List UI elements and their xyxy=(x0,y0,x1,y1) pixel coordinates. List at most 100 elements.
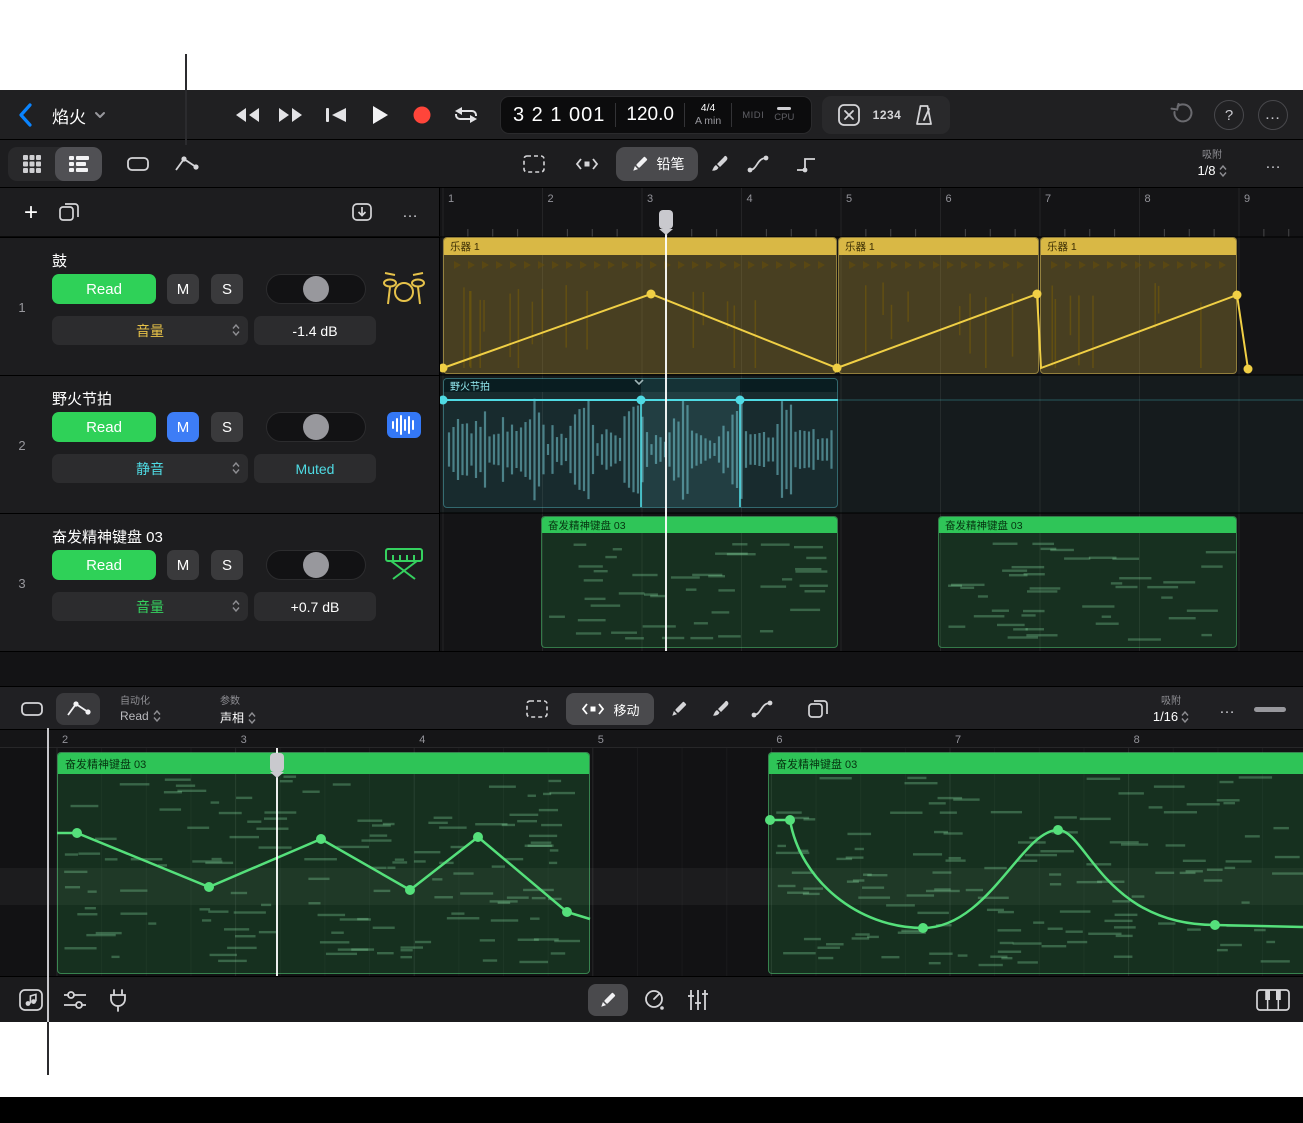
import-button[interactable] xyxy=(350,201,374,223)
arrange-area[interactable]: 123456789 乐器 1 乐器 1 乐器 1 野火节拍 奋发精神键盘 03 … xyxy=(440,188,1303,651)
regions-view-button[interactable] xyxy=(118,147,158,181)
metronome-icon[interactable] xyxy=(912,103,936,127)
param-value-field[interactable]: +0.7 dB xyxy=(254,592,376,621)
brush-icon xyxy=(709,154,729,174)
stepper-arrows-icon xyxy=(232,324,240,336)
editor-more-button[interactable]: … xyxy=(1212,693,1242,725)
controls-button[interactable] xyxy=(58,984,92,1016)
tracks-view-button[interactable] xyxy=(55,147,102,181)
mixer-button[interactable] xyxy=(680,984,716,1016)
plugins-button[interactable] xyxy=(102,984,134,1016)
automation-editor-area[interactable]: 奋发精神键盘 03 奋发精神键盘 03 xyxy=(0,748,1303,976)
param-value-field[interactable]: Muted xyxy=(254,454,376,483)
track-automation-curves[interactable] xyxy=(440,188,1303,651)
add-track-button[interactable]: + xyxy=(16,197,46,229)
pencil-tool-button[interactable]: 铅笔 xyxy=(616,147,698,181)
more-options-button[interactable]: … xyxy=(1258,100,1288,130)
solo-button[interactable]: S xyxy=(211,412,243,442)
automation-curve-tool-button[interactable] xyxy=(740,147,778,181)
editor-snap-control[interactable]: 吸附 1/16 xyxy=(1140,692,1202,724)
editor-regions-button[interactable] xyxy=(14,693,50,725)
rewind-button[interactable] xyxy=(228,90,266,140)
param-label: 静音 xyxy=(136,459,164,479)
slider-knob[interactable] xyxy=(303,552,329,578)
forward-button[interactable] xyxy=(272,90,310,140)
tracks-area: + … 1 鼓 Read M S xyxy=(0,188,1303,651)
track-row-audio[interactable]: 2 野火节拍 Read M S 静音 Muted xyxy=(0,375,440,513)
slider-knob[interactable] xyxy=(303,276,329,302)
automation-mode-button[interactable]: Read xyxy=(52,412,156,442)
editor-automation-button[interactable] xyxy=(56,693,100,725)
stepper-arrows-icon xyxy=(1181,711,1189,723)
svg-text:5: 5 xyxy=(598,734,604,746)
track-slider[interactable] xyxy=(266,412,366,442)
grid-view-button[interactable] xyxy=(8,147,55,181)
editor-curve-tool-button[interactable] xyxy=(744,693,782,725)
edit-mode-pencil-button[interactable] xyxy=(588,984,628,1016)
editor-playhead-line[interactable] xyxy=(276,748,278,976)
undo-button[interactable] xyxy=(1168,103,1194,127)
marquee-icon xyxy=(522,154,546,174)
forward-icon xyxy=(276,105,306,125)
editor-bar-ruler[interactable]: 2345678 xyxy=(0,730,1303,748)
brush-tool-button[interactable] xyxy=(702,147,736,181)
param-value-field[interactable]: -1.4 dB xyxy=(254,316,376,345)
automation-view-button[interactable] xyxy=(164,147,208,181)
automation-parameter-control[interactable]: 参数 声相 xyxy=(220,692,256,726)
step-edit-tool-button[interactable] xyxy=(784,147,828,181)
mute-button[interactable]: M xyxy=(167,274,199,304)
svg-text:7: 7 xyxy=(955,734,961,746)
solo-button[interactable]: S xyxy=(211,274,243,304)
track-slider[interactable] xyxy=(266,550,366,580)
solo-button[interactable]: S xyxy=(211,550,243,580)
play-button[interactable] xyxy=(361,90,399,140)
keyboard-button[interactable] xyxy=(1252,984,1294,1016)
track-row-drums[interactable]: 1 鼓 Read M S 音量 -1.4 dB xyxy=(0,237,440,375)
delete-take-icon[interactable] xyxy=(836,102,862,128)
mute-button[interactable]: M xyxy=(167,550,199,580)
duplicate-icon xyxy=(58,202,80,222)
automation-param-dropdown[interactable]: 静音 xyxy=(52,454,248,483)
editor-copy-tool-button[interactable] xyxy=(798,693,838,725)
count-in-button[interactable]: 1234 xyxy=(873,108,902,122)
record-button[interactable] xyxy=(403,90,441,140)
move-tool-button[interactable] xyxy=(564,147,610,181)
track-number: 3 xyxy=(0,514,44,652)
back-button[interactable] xyxy=(16,101,40,129)
mute-button-active[interactable]: M xyxy=(167,412,199,442)
editor-marquee-tool-button[interactable] xyxy=(518,693,556,725)
snap-control[interactable]: 吸附 1/8 xyxy=(1178,146,1246,178)
cpu-meter: CPU xyxy=(774,107,794,123)
help-button[interactable]: ? xyxy=(1214,100,1244,130)
slider-knob[interactable] xyxy=(303,414,329,440)
playhead-handle[interactable] xyxy=(659,210,673,229)
automation-mode-control[interactable]: 自动化 Read xyxy=(120,692,161,723)
playhead-line[interactable] xyxy=(665,216,667,651)
logic-pro-window: 焰火 3 2 1 001 120. xyxy=(0,90,1303,1022)
browser-button[interactable] xyxy=(14,984,48,1016)
automation-mode-button[interactable]: Read xyxy=(52,550,156,580)
view-more-button[interactable]: … xyxy=(1258,149,1288,179)
lcd-display[interactable]: 3 2 1 001 120.0 4/4 A min MIDI CPU xyxy=(500,96,812,134)
editor-brush-tool-button[interactable] xyxy=(702,693,738,725)
project-menu[interactable]: 焰火 xyxy=(52,90,106,140)
stepper-arrows-icon xyxy=(153,710,161,722)
automation-mode-button[interactable]: Read xyxy=(52,274,156,304)
track-slider[interactable] xyxy=(266,274,366,304)
go-to-beginning-button[interactable] xyxy=(317,90,355,140)
duplicate-track-button[interactable] xyxy=(58,202,80,222)
velocity-dial-button[interactable] xyxy=(636,984,672,1016)
pan-automation-curves[interactable] xyxy=(0,748,1303,976)
automation-param-dropdown[interactable]: 音量 xyxy=(52,592,248,621)
track-headers-more-button[interactable]: … xyxy=(392,197,428,229)
home-indicator-bar xyxy=(0,1097,1303,1123)
editor-pencil-tool-button[interactable] xyxy=(662,693,696,725)
editor-playhead-handle[interactable] xyxy=(270,753,284,772)
editor-move-tool-button[interactable]: 移动 xyxy=(566,693,654,725)
editor-resize-handle[interactable] xyxy=(1254,707,1286,712)
drum-kit-icon xyxy=(380,264,428,310)
marquee-tool-button[interactable] xyxy=(514,147,554,181)
track-row-keys[interactable]: 3 奋发精神键盘 03 Read M S 音量 +0.7 dB xyxy=(0,513,440,651)
automation-param-dropdown[interactable]: 音量 xyxy=(52,316,248,345)
cycle-button[interactable] xyxy=(447,90,485,140)
